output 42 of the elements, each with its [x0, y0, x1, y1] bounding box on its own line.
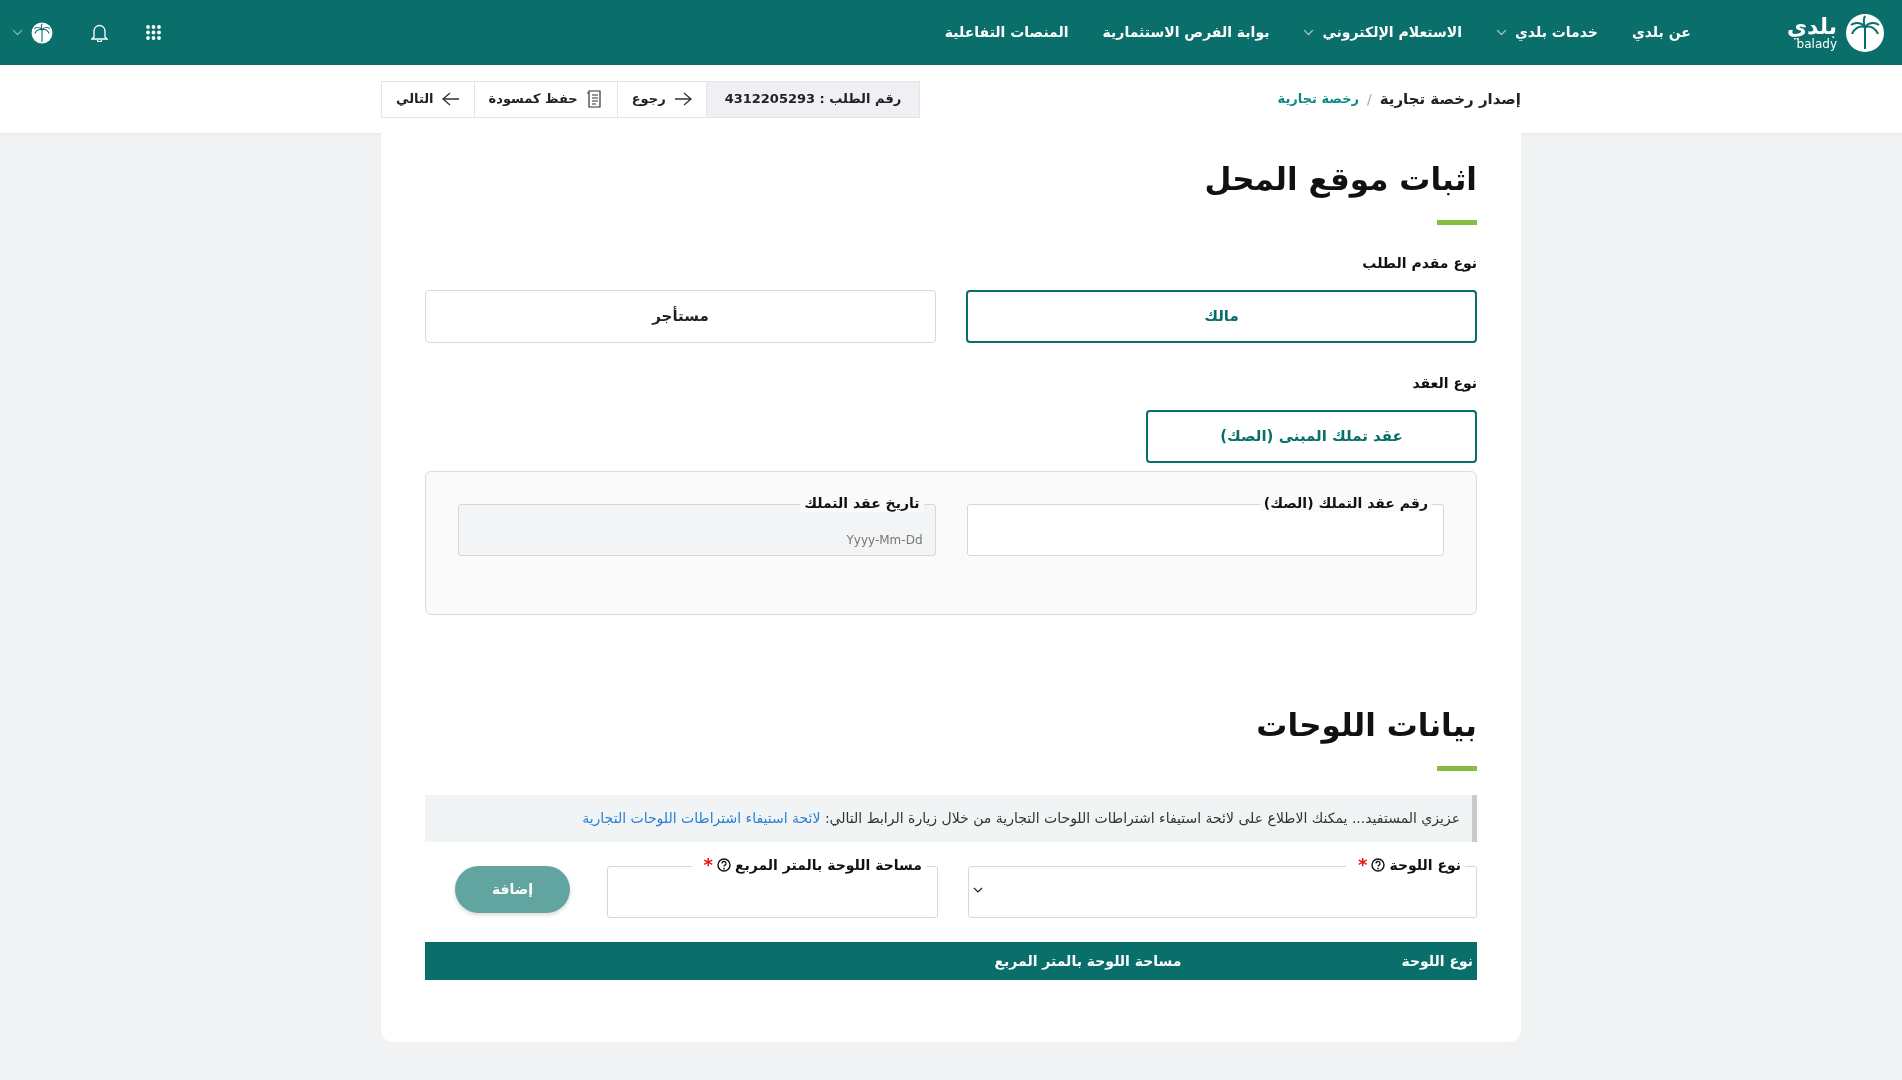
- section-title: بيانات اللوحات: [1255, 707, 1477, 745]
- caret-icon: [1303, 29, 1315, 36]
- field-label: نوع مقدم الطلب: [1361, 254, 1477, 274]
- request-number: رقم الطلب : 4312205293: [706, 81, 920, 117]
- column-header: مساحة اللوحة بالمتر المربع: [994, 952, 1182, 969]
- logo-text: بلدي: [1786, 15, 1837, 38]
- palm-icon: [31, 21, 53, 44]
- field-label: رقم عقد التملك (الصك): [1259, 494, 1432, 513]
- section-title: اثبات موقع المحل: [1203, 161, 1477, 199]
- apps-grid-icon[interactable]: [146, 25, 161, 40]
- notice-text: عزيزي المستفيد... يمكنك الاطلاع على لائحة استيفاء اشتراطات اللوحات التجارية من خلال زيارة الرابط التالي: لائحة استيفاء اشتراطات اللوحات التجارية: [425, 795, 1477, 843]
- field-label: نوع العقد: [1411, 374, 1477, 394]
- field-label: نوع اللوحة: [1389, 856, 1461, 875]
- notice-link[interactable]: لائحة استيفاء اشتراطات اللوحات التجارية: [582, 810, 821, 827]
- breadcrumb-current: إصدار رخصة تجارية: [1379, 88, 1521, 110]
- help-icon: [716, 858, 731, 873]
- help-icon: [1371, 858, 1386, 873]
- palm-logo-icon: [1845, 12, 1885, 53]
- nav-link[interactable]: الاستعلام الإلكتروني: [1303, 22, 1462, 43]
- nav-link[interactable]: عن بلدي: [1631, 22, 1691, 43]
- column-header: نوع اللوحة: [1401, 952, 1473, 969]
- required-marker: *: [1357, 856, 1368, 875]
- option-button[interactable]: عقد تملك المبنى (الصك): [1146, 410, 1477, 464]
- caret-icon: [12, 29, 23, 36]
- title-underline: [1437, 766, 1477, 772]
- nav-link[interactable]: بوابة الفرص الاستثمارية: [1102, 22, 1270, 43]
- title-underline: [1437, 220, 1477, 226]
- arrow-icon: [441, 92, 460, 106]
- field-label: تاريخ عقد التملك: [800, 494, 924, 513]
- nav-link[interactable]: المنصات التفاعلية: [944, 22, 1069, 43]
- caret-icon: [1496, 29, 1507, 36]
- breadcrumb-link[interactable]: رخصة تجارية: [1277, 89, 1359, 109]
- nav-link[interactable]: خدمات بلدي: [1496, 22, 1598, 43]
- bell-icon[interactable]: [91, 23, 108, 42]
- option-button[interactable]: مستأجر: [425, 290, 936, 344]
- breadcrumb-separator: /: [1367, 89, 1372, 109]
- document-icon: [585, 90, 603, 108]
- arrow-icon: [673, 92, 692, 106]
- caret-icon: [973, 886, 983, 893]
- field-label: مساحة اللوحة بالمتر المربع: [734, 856, 922, 875]
- option-button[interactable]: مالك: [965, 290, 1477, 344]
- required-marker: *: [703, 856, 713, 875]
